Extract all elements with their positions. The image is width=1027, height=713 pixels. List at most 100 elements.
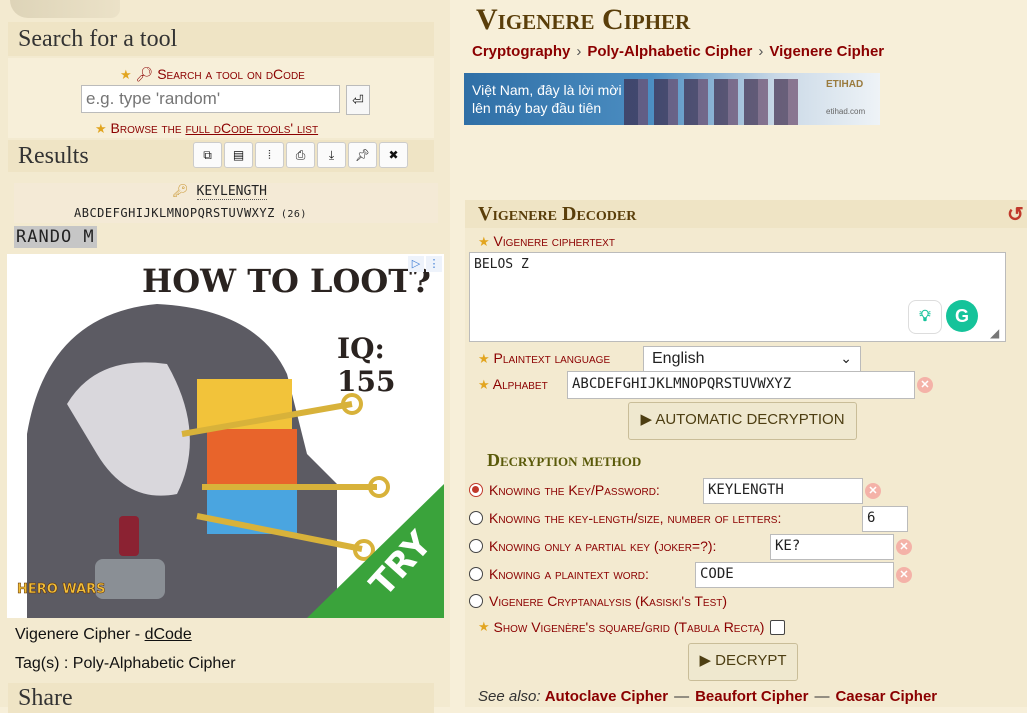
ad-airline-text: Việt Nam, đây là lời mời lên máy bay đầu… [472, 81, 622, 117]
breadcrumb: Cryptography › Poly-Alphabetic Cipher › Vige… [472, 43, 884, 60]
close-icon: ✖ [388, 148, 399, 162]
automatic-decryption-label: AUTOMATIC DECRYPTION [655, 411, 845, 428]
see-also-autoclave-link[interactable]: Autoclave Cipher [545, 688, 668, 705]
ad-airline-line1: Việt Nam, đây là lời mời [472, 82, 622, 98]
search-tool-link-label: Search a tool on dCode [157, 66, 305, 82]
share-panel-title: Share [8, 683, 434, 713]
method-plaintext-word-label: Knowing a plaintext word: [489, 566, 649, 582]
method-key-length-label: Knowing the key-length/size, number of l… [489, 510, 782, 526]
see-also-caesar-link[interactable]: Caesar Cipher [835, 688, 937, 705]
see-also-beaufort-link[interactable]: Beaufort Cipher [695, 688, 808, 705]
decrypt-label: DECRYPT [715, 652, 787, 669]
grammar-widget[interactable]: 💡︎ G [908, 300, 978, 334]
key-length-input[interactable]: 6 [862, 506, 908, 532]
radio-unselected[interactable] [469, 567, 483, 581]
plaintext-word-input[interactable]: CODE [695, 562, 894, 588]
language-select[interactable]: English ⌄ [643, 346, 861, 372]
radio-unselected[interactable] [469, 539, 483, 553]
page-title: Vigenere Cipher [476, 3, 691, 36]
search-tool-link[interactable]: ★ 🔎︎ Search a tool on dCode [120, 66, 305, 83]
breadcrumb-poly-alphabetic[interactable]: Poly-Alphabetic Cipher [587, 43, 752, 60]
browse-tools-link[interactable]: full dCode tools' list [185, 120, 318, 136]
decrypt-button[interactable]: ▶ DECRYPT [688, 643, 798, 681]
ciphertext-label-text: Vigenere ciphertext [493, 233, 615, 249]
show-grid-checkbox[interactable] [770, 619, 786, 635]
decorative-scroll [10, 0, 120, 18]
magnifier-icon: 🔎︎ [135, 66, 154, 82]
star-icon: ★ [478, 234, 490, 249]
adchoices-icon[interactable]: ▷ [408, 256, 424, 272]
breadcrumb-vigenere[interactable]: Vigenere Cipher [769, 43, 884, 60]
clear-key-icon[interactable]: ✕ [865, 483, 881, 499]
copy-button[interactable]: ⧉ [193, 142, 222, 168]
method-cryptanalysis-option[interactable]: Vigenere Cryptanalysis (Kasiski's Test) [469, 593, 727, 609]
breadcrumb-cryptography[interactable]: Cryptography [472, 43, 570, 60]
grammarly-icon[interactable]: G [946, 300, 978, 332]
language-label-text: Plaintext language [493, 350, 611, 366]
results-toolbar: ⧉ ▤ ⦙ ⎙ ⤓ 📌︎ ✖ [193, 142, 408, 168]
lightbulb-icon[interactable]: 💡︎ [908, 300, 942, 334]
clear-alphabet-icon[interactable]: ✕ [917, 377, 933, 393]
automatic-decryption-button[interactable]: ▶ AUTOMATIC DECRYPTION [628, 402, 857, 440]
star-icon: ★ [95, 121, 107, 136]
ad-choices[interactable]: ▷ ⋮ [408, 256, 442, 272]
method-plaintext-word-option[interactable]: Knowing a plaintext word: [469, 566, 649, 582]
advertisement-game[interactable]: HOW TO LOOT? IQ: 155 TRY HERO WARS ▷ ⋮ [7, 254, 444, 618]
method-key-option[interactable]: Knowing the Key/Password: [469, 482, 660, 498]
result-alphabet: ABCDEFGHIJKLMNOPQRSTUVWXYZ [74, 206, 275, 220]
clear-plaintext-word-icon[interactable]: ✕ [896, 567, 912, 583]
pin-button[interactable]: 📌︎ [348, 142, 377, 168]
ciphertext-label: ★ Vigenere ciphertext [478, 233, 615, 250]
breadcrumb-separator: › [758, 43, 764, 60]
method-key-label: Knowing the Key/Password: [489, 482, 660, 498]
alphabet-input[interactable]: ABCDEFGHIJKLMNOPQRSTUVWXYZ [567, 371, 915, 399]
result-alphabet-count: (26) [280, 209, 307, 220]
save-button[interactable]: ▤ [224, 142, 253, 168]
chevron-down-icon: ⌄ [840, 350, 852, 366]
radio-unselected[interactable] [469, 594, 483, 608]
print-icon: ⎙ [295, 148, 306, 162]
radio-selected[interactable] [469, 483, 483, 497]
browse-prefix: Browse the [110, 120, 182, 136]
close-button[interactable]: ✖ [379, 142, 408, 168]
ad-headline: HOW TO LOOT? [142, 262, 431, 300]
ad-iq-text: IQ: 155 [337, 332, 396, 398]
browse-tools-row: ★ Browse the full dCode tools' list [95, 120, 318, 137]
page-reference: Vigenere Cipher - dCode [15, 626, 192, 644]
tags-line: Tag(s) : Poly-Alphabetic Cipher [15, 655, 236, 672]
page-reference-title: Vigenere Cipher - [15, 626, 141, 643]
ad-crew-image [624, 79, 804, 125]
result-output[interactable]: RANDO M [14, 226, 97, 248]
search-panel-title: Search for a tool [8, 22, 434, 56]
see-also: See also: Autoclave Cipher — Beaufort Ciph… [478, 688, 937, 705]
play-icon: ▶ [699, 652, 711, 669]
resize-grip-icon[interactable]: ◢ [990, 326, 999, 340]
alphabet-label: ★ Alphabet [478, 376, 548, 393]
radio-unselected[interactable] [469, 511, 483, 525]
clear-partial-key-icon[interactable]: ✕ [896, 539, 912, 555]
search-input[interactable] [81, 85, 340, 113]
play-icon: ▶ [640, 411, 652, 428]
search-submit-button[interactable]: ⏎ [346, 85, 370, 115]
key-input[interactable]: KEYLENGTH [703, 478, 863, 504]
method-key-length-option[interactable]: Knowing the key-length/size, number of l… [469, 510, 781, 526]
method-partial-key-option[interactable]: Knowing only a partial key (joker=?): [469, 538, 716, 554]
more-options-icon[interactable]: ⋮ [426, 256, 442, 272]
show-grid-option[interactable]: ★ Show Vigenère's square/grid (Tabula Re… [478, 619, 786, 635]
ad-airline-line2: lên máy bay đầu tiên [472, 100, 602, 116]
partial-key-input[interactable]: KE? [770, 534, 894, 560]
print-button[interactable]: ⎙ [286, 142, 315, 168]
show-grid-label: Show Vigenère's square/grid (Tabula Rect… [493, 619, 765, 635]
download-button[interactable]: ⤓ [317, 142, 346, 168]
reset-icon[interactable]: ↺ [1007, 202, 1024, 227]
pin-icon: 📌︎ [354, 148, 371, 162]
decoder-title: Vigenere Decoder [478, 203, 637, 225]
advertisement-airline[interactable]: Việt Nam, đây là lời mời lên máy bay đầu… [464, 73, 880, 125]
result-key: KEYLENGTH [196, 184, 267, 200]
result-alphabet-row: ABCDEFGHIJKLMNOPQRSTUVWXYZ (26) [74, 206, 307, 220]
result-key-row: 🔑︎ KEYLENGTH [172, 184, 267, 200]
language-value: English [652, 350, 705, 367]
dcode-link[interactable]: dCode [145, 626, 192, 643]
columns-button[interactable]: ⦙ [255, 142, 284, 168]
key-icon: 🔑︎ [172, 184, 189, 199]
